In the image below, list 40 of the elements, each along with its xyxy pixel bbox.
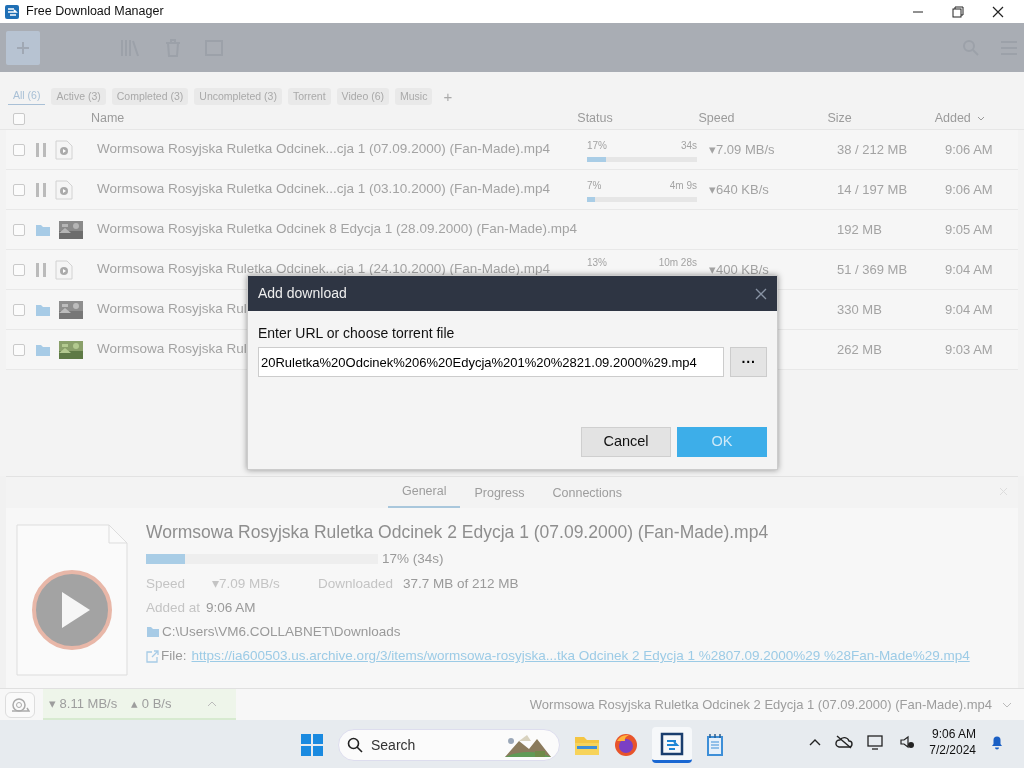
added-time: 9:04 AM [945,261,993,277]
file-name: Wormsowa Rosyjska Rul [97,301,247,317]
file-name: Wormsowa Rosyjska Ruletka Odcinek...cja 1 (03.10.2000) (Fan-Made).mp4 [97,181,550,197]
current-download-name: Wormsowa Rosyjska Ruletka Odcinek 2 Edycja 1 (07.09.2000) (Fan-Made).mp4 [529,695,992,714]
clock-date: 7/2/2024 [929,742,976,758]
download-speed: ▾ 8.11 MB/s [49,694,118,713]
progress-text: 17% (34s) [382,550,444,569]
upload-speed: ▴ 0 B/s [131,694,172,713]
time-remaining: 4m 9s [669,178,697,193]
file-size: 330 MB [837,301,882,317]
file-name: Wormsowa Rosyjska Ruletka Odcinek...cja 1 (07.09.2000) (Fan-Made).mp4 [97,141,550,157]
file-size: 38 / 212 MB [837,141,908,157]
file-name: Wormsowa Rosyjska Ruletka Odcinek...cja 1 (24.10.2000) (Fan-Made).mp4 [97,261,550,277]
progress-percent: 13% [587,256,607,270]
download-speed: ▾400 KB/s [709,261,769,277]
file-size: 262 MB [837,341,882,357]
added-time: 9:06 AM [945,181,993,197]
time-remaining: 10m 28s [658,256,697,270]
window-title: Free Download Manager [26,3,164,21]
added-time: 9:06 AM [945,141,993,157]
downloaded-amount: 37.7 MB of 212 MB [403,574,519,593]
added-time: 9:06 AM [206,598,256,617]
search-placeholder: Search [371,735,416,755]
field-label: Enter URL or choose torrent file [258,324,455,343]
clock-time: 9:06 AM [931,726,976,742]
download-speed: ▾7.09 MB/s [709,141,775,157]
download-speed: ▾640 KB/s [709,181,769,197]
added-time: 9:03 AM [945,341,993,357]
file-name: Wormsowa Rosyjska Ruletka Odcinek 8 Edycja 1 (28.09.2000) (Fan-Made).mp4 [97,221,577,237]
download-title: Wormsowa Rosyjska Ruletka Odcinek 2 Edycja 1 (07.09.2000) (Fan-Made).mp4 [146,521,770,544]
added-time: 9:04 AM [945,301,993,317]
progress-percent: 7% [587,178,602,193]
added-time: 9:05 AM [945,221,993,237]
file-size: 192 MB [837,221,882,237]
file-size: 14 / 197 MB [837,181,908,197]
field-label: File: [161,647,187,666]
file-name: Wormsowa Rosyjska Rul [97,341,247,357]
time-remaining: 34s [680,138,697,153]
progress-percent: 17% [587,138,607,153]
file-size: 51 / 369 MB [837,261,908,277]
